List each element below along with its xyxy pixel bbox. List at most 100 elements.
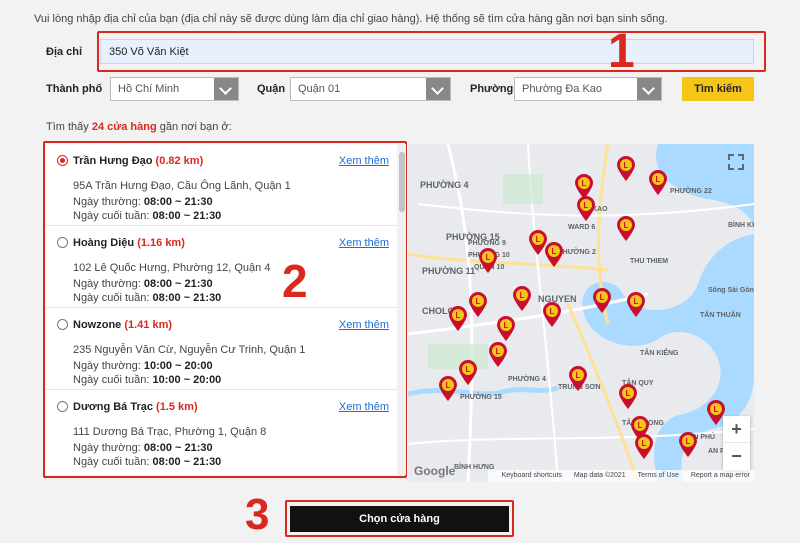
store-name: Nowzone (1.41 km) (73, 319, 173, 331)
store-pin-icon[interactable]: L (568, 366, 588, 392)
svg-text:L: L (496, 347, 501, 356)
store-list[interactable]: Trần Hưng Đạo (0.82 km) Xem thêm 95A Trầ… (46, 144, 397, 475)
store-pin-icon[interactable]: L (478, 248, 498, 274)
store-weekend-hours: Ngày cuối tuần: 08:00 ~ 21:30 (73, 210, 222, 222)
see-more-link[interactable]: Xem thêm (339, 401, 389, 413)
store-weekend-hours: Ngày cuối tuần: 08:00 ~ 21:30 (73, 292, 222, 304)
address-label: Địa chỉ (46, 46, 83, 58)
svg-text:L: L (634, 297, 639, 306)
district-select[interactable]: Quận 01 (290, 77, 451, 101)
see-more-link[interactable]: Xem thêm (339, 237, 389, 249)
store-distance: (1.41 km) (124, 319, 173, 331)
store-pin-icon[interactable]: L (618, 384, 638, 410)
store-pin-icon[interactable]: L (626, 292, 646, 318)
report-error-link[interactable]: Report a map error (691, 472, 750, 479)
terms-link[interactable]: Terms of Use (638, 472, 679, 479)
scrollbar-thumb[interactable] (399, 152, 405, 212)
store-address: 111 Dương Bá Trạc, Phường 1, Quận 8 (73, 426, 267, 438)
store-pin-icon[interactable]: L (468, 292, 488, 318)
step-badge-2: 2 (282, 255, 308, 307)
ward-select[interactable]: Phường Đa Kao (514, 77, 662, 101)
store-pin-icon[interactable]: L (496, 316, 516, 342)
map-label: PHƯỜNG 4 (508, 376, 546, 383)
zoom-in-button[interactable]: + (723, 416, 750, 443)
map-label: WARD 6 (568, 224, 596, 231)
svg-text:L: L (466, 365, 471, 374)
store-address: 95A Trần Hưng Đạo, Cầu Ông Lãnh, Quận 1 (73, 180, 291, 192)
store-distance: (1.16 km) (137, 237, 185, 249)
chevron-down-icon (637, 78, 661, 100)
store-pin-icon[interactable]: L (542, 302, 562, 328)
found-count: 24 cửa hàng (91, 121, 157, 133)
store-pin-icon[interactable]: L (438, 376, 458, 402)
chevron-down-icon (214, 78, 238, 100)
svg-text:L: L (624, 161, 629, 170)
store-pin-icon[interactable]: L (488, 342, 508, 368)
store-pin-icon[interactable]: L (448, 306, 468, 332)
store-weekday-hours: Ngày thường: 10:00 ~ 20:00 (73, 360, 213, 372)
keyboard-shortcuts-link[interactable]: Keyboard shortcuts (502, 472, 562, 479)
store-map[interactable]: PHƯỜNG 4 PHƯỜNG 15 PHƯỜNG 11 NGUYEN CHOLON PH… (408, 144, 754, 482)
city-select-value: Hồ Chí Minh (118, 83, 180, 95)
store-weekday-hours: Ngày thường: 08:00 ~ 21:30 (73, 442, 213, 454)
svg-text:L: L (520, 291, 525, 300)
zoom-control[interactable]: + − (723, 416, 750, 470)
store-pin-icon[interactable]: L (458, 360, 478, 386)
store-radio[interactable] (57, 319, 68, 330)
store-radio[interactable] (57, 401, 68, 412)
store-weekday-hours: Ngày thường: 08:00 ~ 21:30 (73, 278, 213, 290)
store-pin-icon[interactable]: L (634, 434, 654, 460)
fullscreen-icon[interactable] (726, 152, 746, 172)
store-pin-icon[interactable]: L (592, 288, 612, 314)
store-pin-icon[interactable]: L (678, 432, 698, 458)
store-pin-icon[interactable]: L (616, 216, 636, 242)
store-pin-icon[interactable]: L (616, 156, 636, 182)
svg-text:L: L (536, 235, 541, 244)
store-pin-icon[interactable]: L (544, 242, 564, 268)
svg-text:L: L (504, 321, 509, 330)
store-item[interactable]: Hoàng Diệu (1.16 km) Xem thêm 102 Lê Quố… (46, 226, 397, 308)
svg-text:L: L (456, 311, 461, 320)
choose-store-button[interactable]: Chọn cửa hàng (290, 506, 509, 532)
search-button[interactable]: Tìm kiếm (682, 77, 754, 101)
store-item[interactable]: Nowzone (1.41 km) Xem thêm 235 Nguyễn Vă… (46, 308, 397, 390)
see-more-link[interactable]: Xem thêm (339, 319, 389, 331)
map-label: PHƯỜNG 9 (468, 240, 506, 247)
svg-text:L: L (600, 293, 605, 302)
map-data-text: Map data ©2021 (573, 472, 626, 479)
found-suffix: gần nơi bạn ở: (156, 121, 232, 133)
store-pin-icon[interactable]: L (648, 170, 668, 196)
store-radio[interactable] (57, 237, 68, 248)
stores-found-text: Tìm thấy 24 cửa hàng gần nơi bạn ở: (46, 121, 232, 133)
ward-select-value: Phường Đa Kao (522, 83, 603, 95)
map-label: PHƯỜNG 11 (422, 266, 476, 276)
store-weekend-hours: Ngày cuối tuần: 10:00 ~ 20:00 (73, 374, 222, 386)
step-badge-3: 3 (245, 490, 270, 539)
map-label: Sông Sài Gòn (708, 287, 754, 294)
store-item[interactable]: Trần Hưng Đạo (0.82 km) Xem thêm 95A Trầ… (46, 144, 397, 226)
svg-text:L: L (642, 439, 647, 448)
city-select[interactable]: Hồ Chí Minh (110, 77, 239, 101)
see-more-link[interactable]: Xem thêm (339, 155, 389, 167)
store-weekday-hours: Ngày thường: 08:00 ~ 21:30 (73, 196, 213, 208)
store-list-scrollbar[interactable] (398, 144, 406, 475)
svg-text:L: L (656, 175, 661, 184)
map-label: PHƯỜNG 4 (420, 180, 469, 190)
svg-text:L: L (626, 389, 631, 398)
store-radio[interactable] (57, 155, 68, 166)
store-address: 235 Nguyễn Văn Cừ, Nguyễn Cư Trinh, Quận… (73, 344, 306, 356)
svg-text:L: L (582, 179, 587, 188)
store-name: Dương Bá Trạc (1.5 km) (73, 401, 198, 413)
store-pin-icon[interactable]: L (576, 196, 596, 222)
store-distance: (1.5 km) (156, 401, 198, 413)
svg-text:L: L (486, 253, 491, 262)
store-item[interactable]: Dương Bá Trạc (1.5 km) Xem thêm 111 Dươn… (46, 390, 397, 472)
svg-text:L: L (624, 221, 629, 230)
zoom-out-button[interactable]: − (723, 443, 750, 470)
google-logo: Google (414, 464, 456, 478)
ward-label: Phường (470, 83, 514, 95)
map-label: BÌNH KHÁN (728, 222, 754, 229)
store-weekend-hours: Ngày cuối tuần: 08:00 ~ 21:30 (73, 456, 222, 468)
address-input[interactable] (100, 39, 754, 64)
store-pin-icon[interactable]: L (512, 286, 532, 312)
